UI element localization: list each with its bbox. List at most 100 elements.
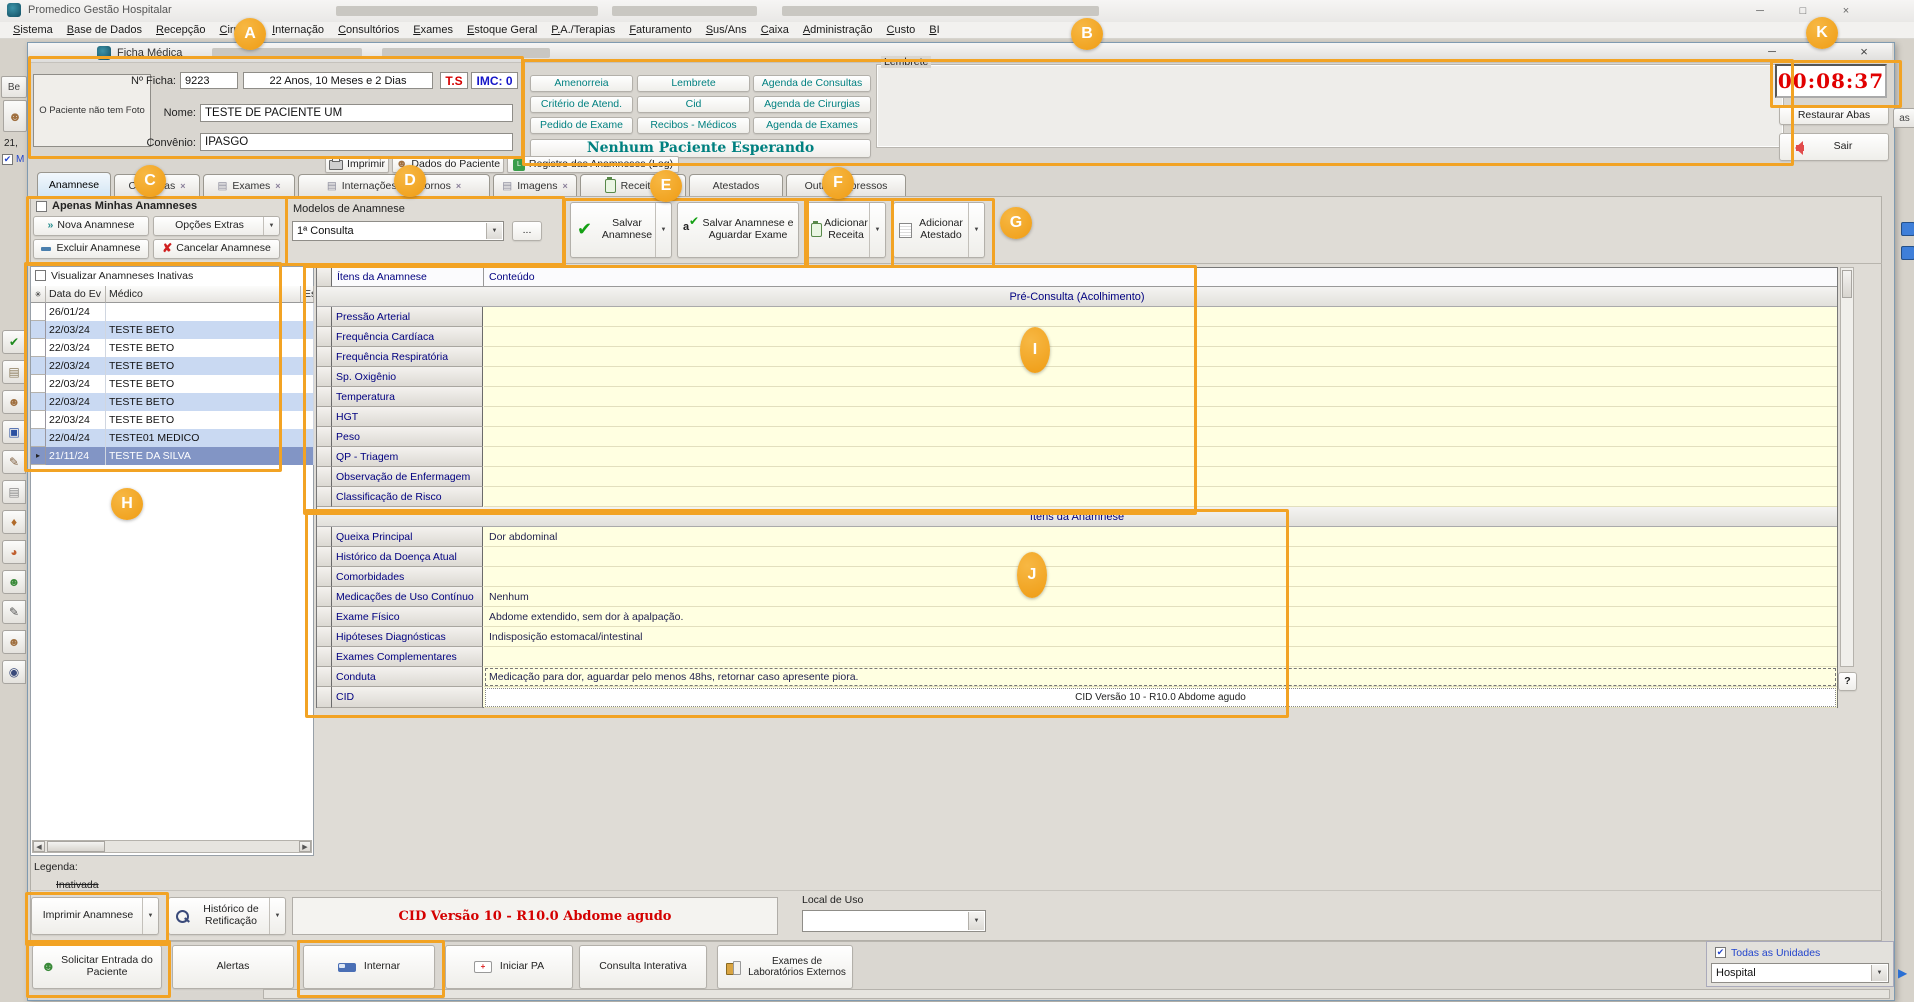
list-item[interactable]: 22/04/24 TESTE01 MEDICO: [31, 429, 313, 447]
sidebar-edit-icon[interactable]: ✎: [2, 450, 26, 474]
list-item[interactable]: 22/03/24 TESTE BETO: [31, 411, 313, 429]
column-header-date[interactable]: Data do Ev: [46, 286, 106, 303]
bottom-scrollbar[interactable]: [263, 989, 1890, 999]
table-row[interactable]: Hipóteses DiagnósticasIndisposição estom…: [317, 627, 1837, 647]
sidebar-check-icon[interactable]: ✔: [2, 330, 26, 354]
scrollbar-thumb[interactable]: [47, 841, 105, 852]
table-row[interactable]: Exame FísicoAbdome extendido, sem dor à …: [317, 607, 1837, 627]
scroll-left-icon[interactable]: ◀: [33, 841, 45, 852]
list-item-selected[interactable]: ▸ 21/11/24 TESTE DA SILVA: [31, 447, 313, 465]
apenas-minhas-checkbox[interactable]: [36, 201, 47, 212]
ficha-number-field[interactable]: 9223: [180, 72, 238, 89]
chevron-down-icon[interactable]: ▼: [486, 223, 502, 239]
menu-item-sus-ans[interactable]: Sus/Ans: [699, 24, 754, 36]
menu-item-internacao[interactable]: Internação: [265, 24, 331, 36]
tab-close-icon[interactable]: ×: [180, 181, 185, 191]
imc-badge[interactable]: IMC: 0: [471, 72, 518, 89]
visualizar-inativas-checkbox[interactable]: [35, 270, 46, 281]
sidebar-printer-icon[interactable]: ▤: [2, 480, 26, 504]
table-row[interactable]: Temperatura: [317, 387, 1837, 407]
scrollbar-thumb[interactable]: [1842, 270, 1852, 298]
column-header-esp[interactable]: Esp: [301, 286, 314, 303]
table-row[interactable]: Queixa PrincipalDor abdominal: [317, 527, 1837, 547]
dropdown-icon[interactable]: ▼: [263, 217, 279, 235]
modelos-combobox[interactable]: 1ª Consulta ▼: [292, 221, 504, 241]
tab-imagens[interactable]: ▤Imagens×: [493, 174, 577, 196]
tab-atestados[interactable]: Atestados: [689, 174, 783, 196]
list-item[interactable]: 22/03/24 TESTE BETO: [31, 375, 313, 393]
help-button[interactable]: ?: [1838, 672, 1857, 691]
tab-close-icon[interactable]: ×: [275, 181, 280, 191]
dropdown-icon[interactable]: ▼: [869, 203, 885, 257]
registro-anamneses-button[interactable]: L Registro das Anamneses (Log): [507, 156, 679, 173]
bg-checkbox[interactable]: ✔: [2, 154, 13, 165]
table-row[interactable]: Pressão Arterial: [317, 307, 1837, 327]
list-item[interactable]: 22/03/24 TESTE BETO: [31, 321, 313, 339]
imprimir-button[interactable]: Imprimir: [325, 156, 389, 173]
excluir-anamnese-button[interactable]: Excluir Anamnese: [33, 239, 149, 259]
menu-item-exames[interactable]: Exames: [406, 24, 460, 36]
tab-outros-impressos[interactable]: Outros Impressos: [786, 174, 906, 196]
imprimir-anamnese-button[interactable]: Imprimir Anamnese ▼: [31, 897, 159, 935]
table-row[interactable]: Classificação de Risco: [317, 487, 1837, 507]
agenda-exames-button[interactable]: Agenda de Exames: [753, 117, 871, 134]
list-item[interactable]: 22/03/24 TESTE BETO: [31, 393, 313, 411]
dropdown-icon[interactable]: ▼: [142, 898, 158, 934]
chevron-down-icon[interactable]: ▼: [968, 912, 984, 930]
tab-internacoes[interactable]: ▤Internações e Retornos×: [298, 174, 490, 196]
internar-button[interactable]: Internar: [303, 945, 435, 989]
sidebar-camera-icon[interactable]: ▤: [2, 360, 26, 384]
menu-item-custo[interactable]: Custo: [880, 24, 923, 36]
ts-badge[interactable]: T.S: [440, 72, 468, 89]
tab-close-icon[interactable]: ×: [456, 181, 461, 191]
table-vertical-scrollbar[interactable]: [1840, 267, 1854, 667]
sidebar-pencil-icon[interactable]: ✎: [2, 600, 26, 624]
list-horizontal-scrollbar[interactable]: ◀ ▶: [32, 840, 312, 853]
sair-button[interactable]: Sair: [1779, 133, 1889, 161]
consulta-interativa-button[interactable]: Consulta Interativa: [579, 945, 707, 989]
nova-anamnese-button[interactable]: » Nova Anamnese: [33, 216, 149, 236]
tab-exames[interactable]: ▤Exames×: [203, 174, 295, 196]
lembrete-box[interactable]: [876, 64, 1784, 148]
criterio-atend-button[interactable]: Critério de Atend.: [530, 96, 633, 113]
sidebar-person-icon[interactable]: ☻: [2, 570, 26, 594]
menu-item-estoque-geral[interactable]: Estoque Geral: [460, 24, 544, 36]
table-row[interactable]: Comorbidades: [317, 567, 1837, 587]
solicitar-entrada-button[interactable]: ☻ Solicitar Entrada do Paciente: [32, 945, 162, 989]
salvar-aguardar-button[interactable]: a ✔ Salvar Anamnese e Aguardar Exame: [677, 202, 799, 258]
bg-tab-fragment[interactable]: Be: [1, 76, 27, 98]
menu-item-faturamento[interactable]: Faturamento: [622, 24, 698, 36]
table-row[interactable]: Histórico da Doença Atual: [317, 547, 1837, 567]
name-field[interactable]: TESTE DE PACIENTE UM: [200, 104, 513, 122]
table-row[interactable]: Medicações de Uso ContínuoNenhum: [317, 587, 1837, 607]
app-minimize-icon[interactable]: ─: [1745, 2, 1775, 20]
list-item[interactable]: 26/01/24: [31, 303, 313, 321]
menu-item-administracao[interactable]: Administração: [796, 24, 880, 36]
modelos-more-button[interactable]: ...: [512, 221, 542, 241]
table-row[interactable]: Exames Complementares: [317, 647, 1837, 667]
dropdown-icon[interactable]: ▼: [655, 203, 671, 257]
menu-item-bi[interactable]: BI: [922, 24, 946, 36]
table-row[interactable]: QP - Triagem: [317, 447, 1837, 467]
app-maximize-icon[interactable]: □: [1788, 2, 1818, 20]
table-row[interactable]: Observação de Enfermagem: [317, 467, 1837, 487]
table-row-conduta[interactable]: CondutaMedicação para dor, aguardar pelo…: [317, 667, 1837, 687]
menu-item-base-de-dados[interactable]: Base de Dados: [60, 24, 149, 36]
amenorreia-button[interactable]: Amenorreia: [530, 75, 633, 92]
cancelar-anamnese-button[interactable]: ✘ Cancelar Anamnese: [153, 239, 280, 259]
menu-item-sistema[interactable]: Sistema: [6, 24, 60, 36]
list-item[interactable]: 22/03/24 TESTE BETO: [31, 339, 313, 357]
sidebar-search-icon[interactable]: ◉: [2, 660, 26, 684]
menu-item-recepcao[interactable]: Recepção: [149, 24, 213, 36]
pedido-exame-button[interactable]: Pedido de Exame: [530, 117, 633, 134]
agenda-cirurgias-button[interactable]: Agenda de Cirurgias: [753, 96, 871, 113]
table-row[interactable]: Frequência Cardíaca: [317, 327, 1837, 347]
agenda-consultas-button[interactable]: Agenda de Consultas: [753, 75, 871, 92]
sidebar-money-icon[interactable]: ♦: [2, 510, 26, 534]
table-row[interactable]: Peso: [317, 427, 1837, 447]
salvar-anamnese-button[interactable]: ✔ Salvar Anamnese ▼: [570, 202, 672, 258]
table-row-cid[interactable]: CID CID Versão 10 - R10.0 Abdome agudo: [317, 687, 1837, 708]
bg-tab-fragment-as[interactable]: as: [1893, 108, 1914, 128]
cid-field[interactable]: CID Versão 10 - R10.0 Abdome agudo: [485, 688, 1836, 707]
tab-consultas[interactable]: Consultas×: [114, 174, 200, 196]
